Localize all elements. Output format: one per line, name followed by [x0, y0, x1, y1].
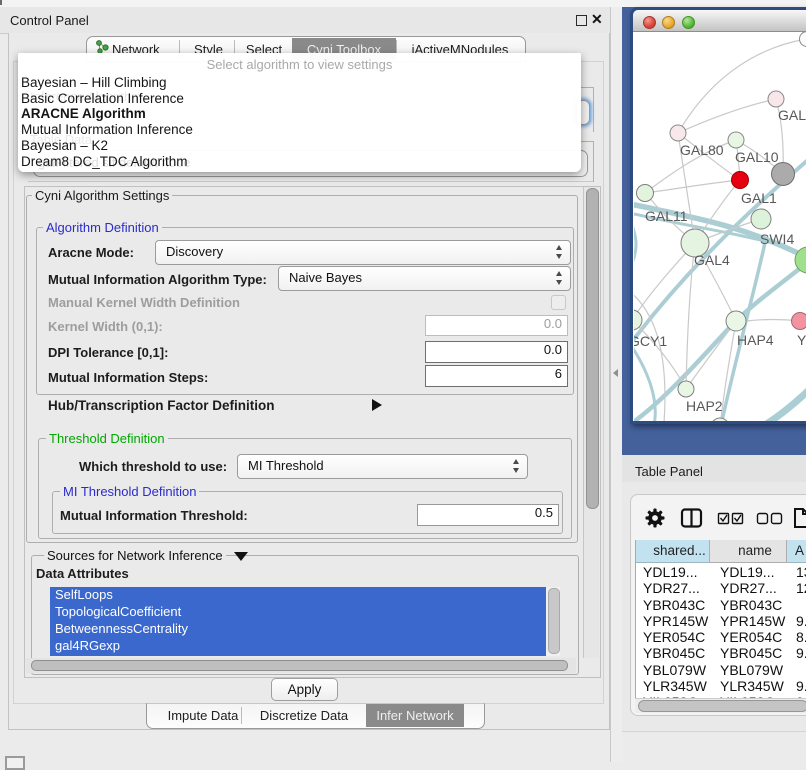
- svg-text:GAL10: GAL10: [735, 149, 779, 165]
- svg-text:GCY1: GCY1: [634, 333, 667, 349]
- svg-text:GAL7: GAL7: [778, 107, 806, 123]
- svg-text:SWI4: SWI4: [760, 231, 794, 247]
- svg-text:HAP2: HAP2: [686, 398, 723, 414]
- svg-text:Y: Y: [797, 332, 806, 348]
- svg-text:GAL80: GAL80: [680, 142, 724, 158]
- svg-text:GAL4: GAL4: [694, 252, 730, 268]
- svg-text:HAP4: HAP4: [737, 332, 774, 348]
- svg-text:GAL11: GAL11: [645, 208, 688, 224]
- svg-text:GAL1: GAL1: [741, 190, 777, 206]
